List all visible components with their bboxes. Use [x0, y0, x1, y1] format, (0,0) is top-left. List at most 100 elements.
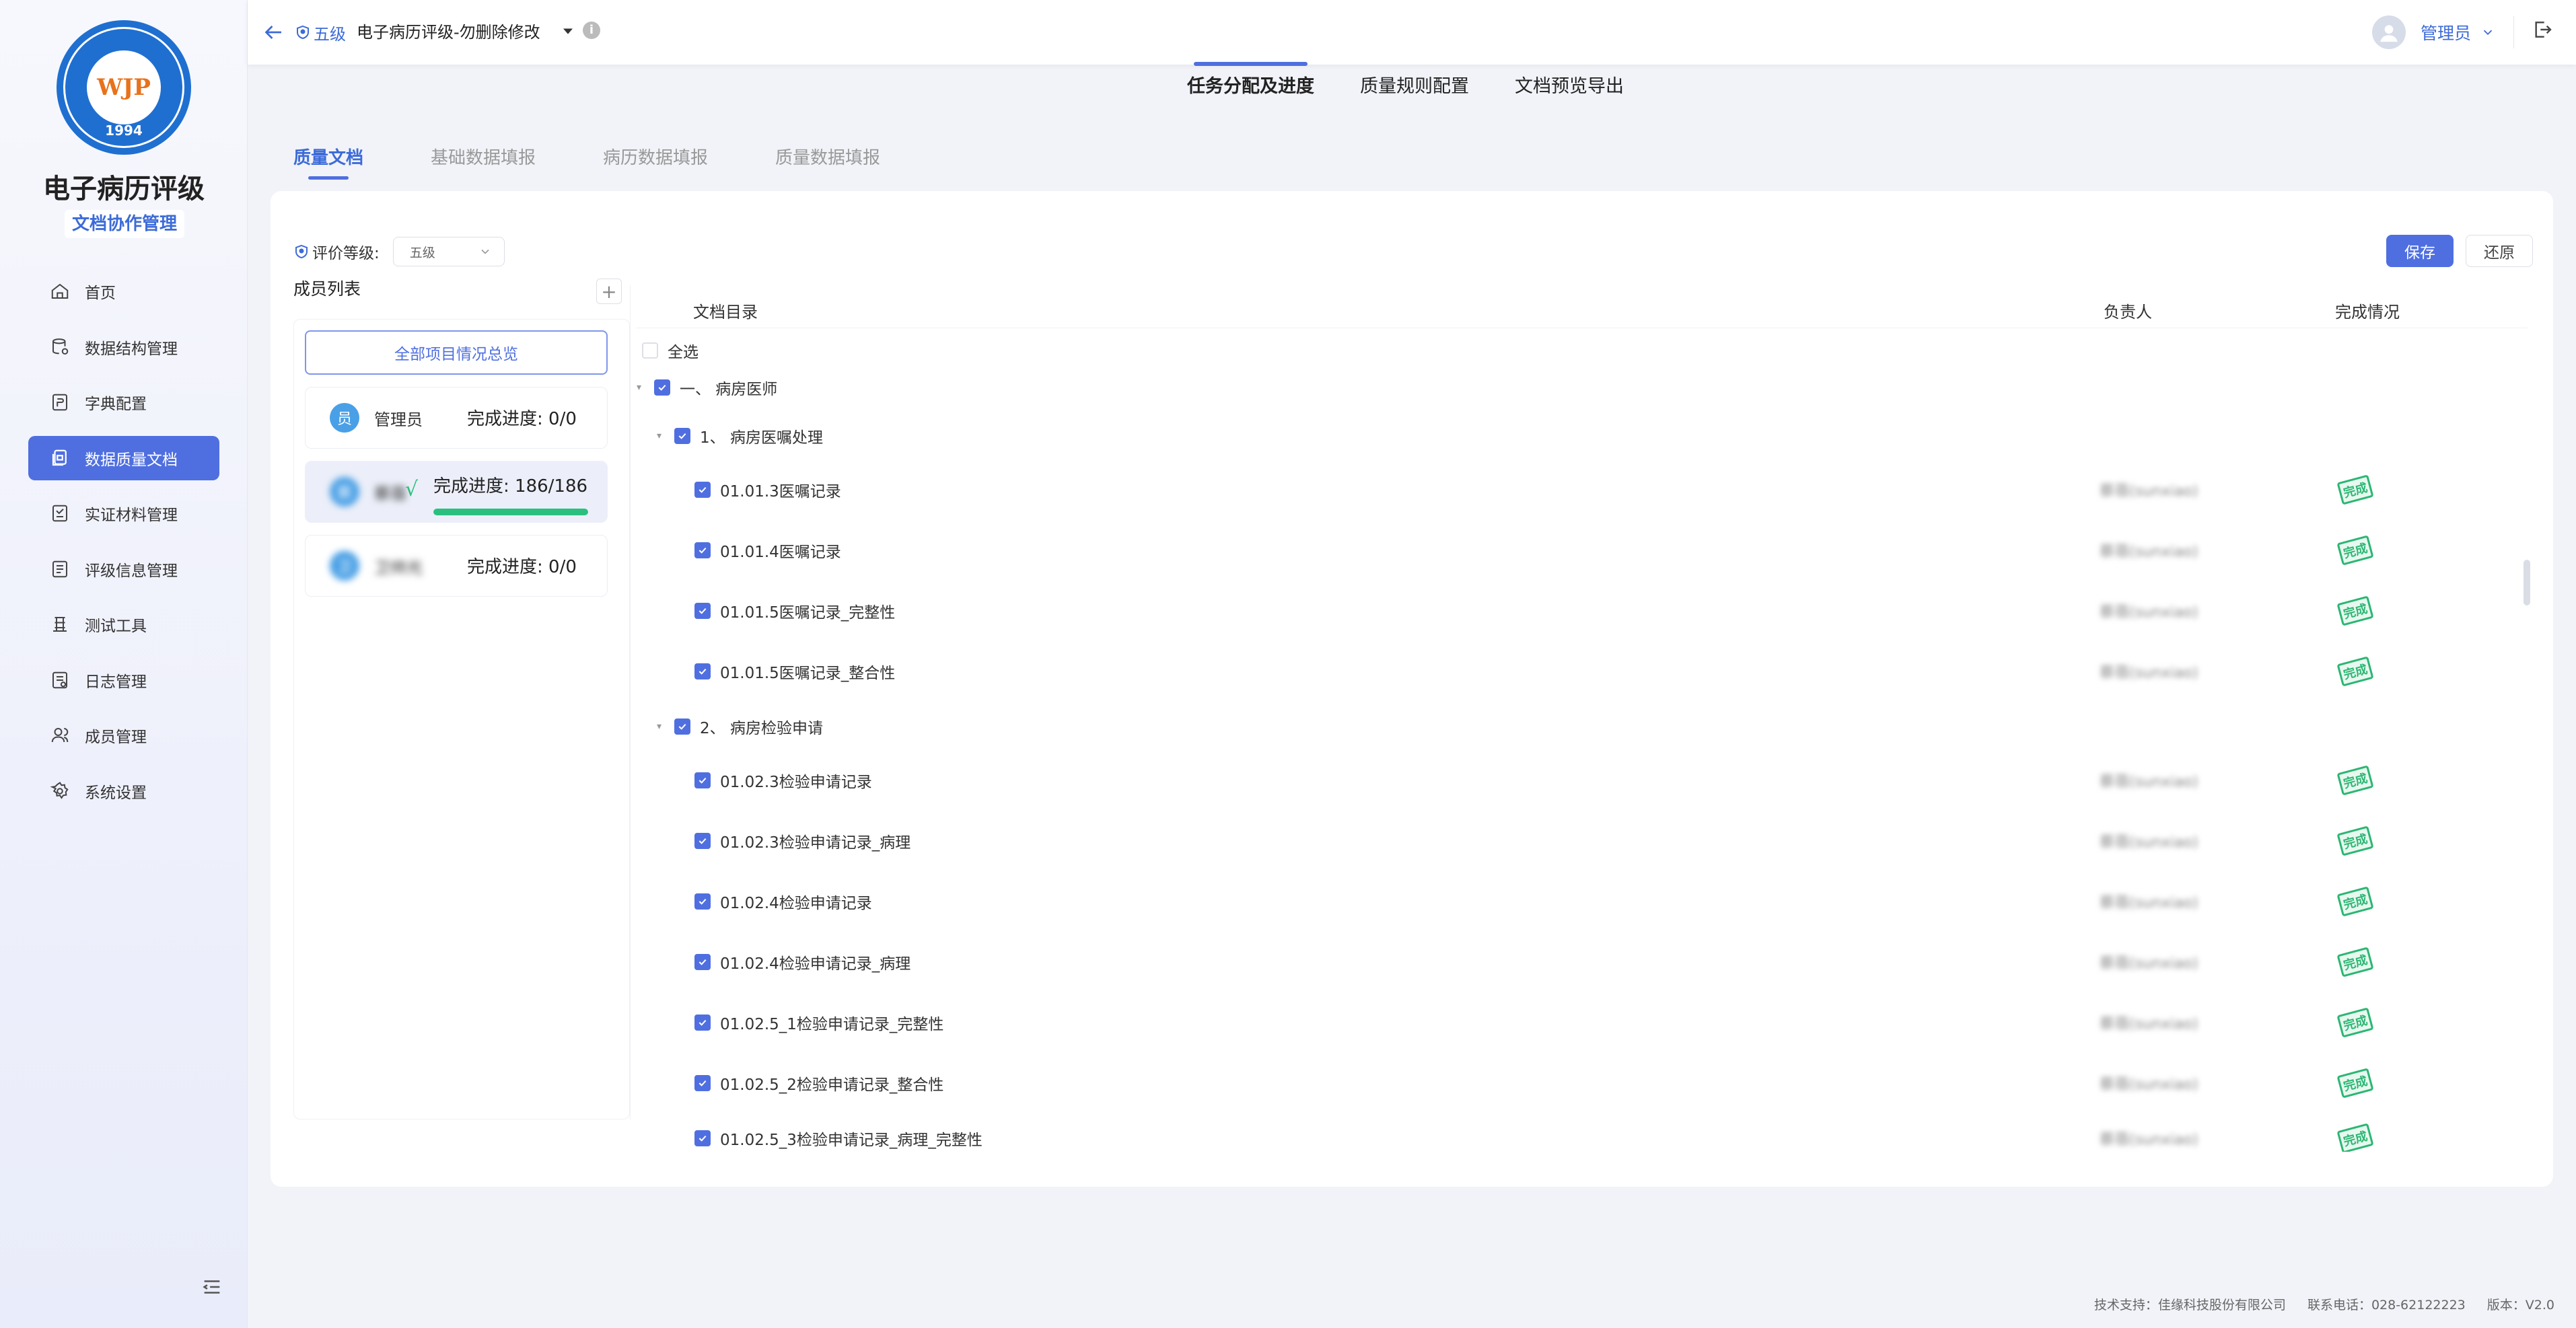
sidebar-item-home[interactable]: 首页	[28, 269, 219, 313]
select-all-checkbox[interactable]	[642, 342, 658, 359]
row-label: 01.02.5_2检验申请记录_整合性	[720, 1076, 944, 1094]
save-button[interactable]: 保存	[2386, 235, 2454, 267]
back-arrow-icon[interactable]	[261, 20, 285, 44]
sidebar-item-test-tool[interactable]: 测试工具	[28, 602, 219, 647]
sidebar-item-data-structure[interactable]: 数据结构管理	[28, 325, 219, 369]
doc-tree: 全选 ▾ 一、 病房医师 ▾ 1、 病房医嘱处理 01.01.3医嘱记录 蔡蓓(sunxi…	[637, 331, 2528, 1152]
evidence-icon	[48, 502, 71, 525]
tree-doc-row[interactable]: 01.01.3医嘱记录 蔡蓓(sunxiao) 完成	[637, 474, 2528, 505]
sidebar-item-log[interactable]: 日志管理	[28, 658, 219, 702]
owner-cell: 蔡蓓(sunxiao)	[2100, 1076, 2198, 1093]
tab-quality-doc[interactable]: 质量文档	[293, 144, 363, 180]
collapse-menu-icon[interactable]	[201, 1276, 223, 1298]
restore-button[interactable]: 还原	[2466, 235, 2533, 267]
row-checkbox[interactable]	[694, 833, 711, 849]
eval-level-select[interactable]: 五级	[392, 237, 505, 266]
completed-stamp: 完成	[2336, 1068, 2374, 1099]
info-icon[interactable]: i	[583, 22, 600, 39]
tree-doc-row[interactable]: 01.02.5_3检验申请记录_病理_完整性 蔡蓓(sunxiao) 完成	[637, 1123, 2528, 1152]
sidebar-item-dictionary[interactable]: 字典配置	[28, 380, 219, 425]
tab-task-assignment[interactable]: 任务分配及进度	[1184, 62, 1317, 98]
overview-button[interactable]: 全部项目情况总览	[305, 330, 608, 375]
row-checkbox[interactable]	[694, 893, 711, 910]
tree-group-row[interactable]: ▾ 2、 病房检验申请	[637, 713, 2528, 740]
tree-doc-row[interactable]: 01.02.3检验申请记录_病理 蔡蓓(sunxiao) 完成	[637, 825, 2528, 856]
owner-cell: 蔡蓓(sunxiao)	[2100, 774, 2198, 790]
row-label: 01.02.4检验申请记录	[720, 895, 872, 912]
tree-doc-row[interactable]: 01.02.5_1检验申请记录_完整性 蔡蓓(sunxiao) 完成	[637, 1007, 2528, 1038]
row-checkbox[interactable]	[694, 542, 711, 558]
row-checkbox[interactable]	[654, 379, 670, 396]
doc-table-header: 文档目录 负责人 完成情况	[637, 285, 2528, 328]
members-icon	[48, 724, 71, 747]
tab-basic-data[interactable]: 基础数据填报	[431, 144, 536, 180]
expand-caret-icon[interactable]: ▾	[657, 721, 668, 732]
owner-cell: 蔡蓓(sunxiao)	[2100, 604, 2198, 621]
completed-stamp: 完成	[2336, 1007, 2374, 1038]
tree-doc-row[interactable]: 01.01.5医嘱记录_整合性 蔡蓓(sunxiao) 完成	[637, 656, 2528, 687]
row-checkbox[interactable]	[694, 1130, 711, 1146]
owner-cell: 蔡蓓(sunxiao)	[2100, 895, 2198, 912]
member-name: 卫帅光	[374, 558, 423, 577]
chevron-down-icon	[2483, 30, 2493, 36]
tree-doc-row[interactable]: 01.02.4检验申请记录_病理 蔡蓓(sunxiao) 完成	[637, 947, 2528, 977]
sidebar-item-settings[interactable]: 系统设置	[28, 769, 219, 813]
row-label: 01.01.5医嘱记录_整合性	[720, 665, 896, 682]
expand-caret-icon[interactable]: ▾	[657, 431, 668, 441]
row-checkbox[interactable]	[694, 1075, 711, 1091]
level-badge: 五级	[295, 20, 346, 44]
row-label: 1、 病房医嘱处理	[700, 429, 823, 447]
tab-quality-data[interactable]: 质量数据填报	[775, 144, 880, 180]
row-checkbox[interactable]	[694, 663, 711, 679]
row-checkbox[interactable]	[694, 954, 711, 970]
tree-doc-row[interactable]: 01.02.5_2检验申请记录_整合性 蔡蓓(sunxiao) 完成	[637, 1068, 2528, 1099]
row-checkbox[interactable]	[694, 772, 711, 788]
row-checkbox[interactable]	[674, 718, 690, 735]
member-card[interactable]: 卫 卫帅光 完成进度: 0/0	[305, 535, 608, 597]
expand-caret-icon[interactable]: ▾	[637, 382, 647, 393]
sidebar-item-members[interactable]: 成员管理	[28, 713, 219, 758]
progress-fill	[433, 509, 588, 515]
row-label: 01.01.3医嘱记录	[720, 483, 841, 501]
check-icon: √	[405, 478, 419, 501]
sidebar-nav: 首页 数据结构管理 字典配置 数据质量文档 实证材料管理 评级信息管理 测试工具	[28, 269, 219, 824]
row-checkbox[interactable]	[694, 1015, 711, 1031]
tree-doc-row[interactable]: 01.02.3检验申请记录 蔡蓓(sunxiao) 完成	[637, 765, 2528, 796]
select-all-row[interactable]: 全选	[642, 339, 2528, 362]
user-menu[interactable]: 管理员	[2371, 15, 2495, 50]
member-panel: 全部项目情况总览 员 管理员 完成进度: 0/0 蔡 蔡蓓 √ 完成进度: 18…	[293, 319, 630, 1119]
completed-stamp: 完成	[2336, 474, 2374, 505]
scrollbar-thumb[interactable]	[2524, 560, 2530, 605]
member-card-selected[interactable]: 蔡 蔡蓓 √ 完成进度: 186/186	[305, 461, 608, 523]
row-label: 01.01.4医嘱记录	[720, 544, 841, 561]
row-label: 01.01.5医嘱记录_完整性	[720, 604, 896, 622]
completed-stamp: 完成	[2336, 765, 2374, 796]
tab-doc-export[interactable]: 文档预览导出	[1512, 71, 1626, 98]
owner-cell: 蔡蓓(sunxiao)	[2100, 544, 2198, 560]
member-avatar: 蔡	[330, 477, 359, 507]
project-dropdown-caret-icon[interactable]	[559, 22, 577, 40]
tree-doc-row[interactable]: 01.01.4医嘱记录 蔡蓓(sunxiao) 完成	[637, 535, 2528, 566]
row-label: 01.02.5_1检验申请记录_完整性	[720, 1016, 944, 1033]
add-member-button[interactable]: +	[596, 279, 622, 304]
sidebar-item-quality-doc[interactable]: 数据质量文档	[28, 435, 219, 480]
tree-group-row[interactable]: ▾ 1、 病房医嘱处理	[637, 422, 2528, 449]
row-checkbox[interactable]	[694, 603, 711, 619]
owner-cell: 蔡蓓(sunxiao)	[2100, 1132, 2198, 1148]
topbar-divider	[2513, 16, 2514, 48]
member-card[interactable]: 员 管理员 完成进度: 0/0	[305, 387, 608, 449]
row-label: 01.02.3检验申请记录_病理	[720, 834, 911, 852]
row-checkbox[interactable]	[694, 482, 711, 498]
tree-doc-row[interactable]: 01.01.5医嘱记录_完整性 蔡蓓(sunxiao) 完成	[637, 595, 2528, 626]
member-avatar: 卫	[330, 551, 359, 581]
tab-quality-rules[interactable]: 质量规则配置	[1357, 71, 1472, 98]
rating-icon	[48, 558, 71, 581]
tab-record-data[interactable]: 病历数据填报	[603, 144, 708, 180]
tree-doc-row[interactable]: 01.02.4检验申请记录 蔡蓓(sunxiao) 完成	[637, 886, 2528, 917]
sidebar-item-rating[interactable]: 评级信息管理	[28, 547, 219, 591]
row-checkbox[interactable]	[674, 428, 690, 444]
logout-icon[interactable]	[2532, 19, 2556, 43]
sidebar-item-evidence[interactable]: 实证材料管理	[28, 491, 219, 536]
tree-group-row[interactable]: ▾ 一、 病房医师	[637, 374, 2528, 401]
completed-stamp: 完成	[2336, 595, 2374, 626]
